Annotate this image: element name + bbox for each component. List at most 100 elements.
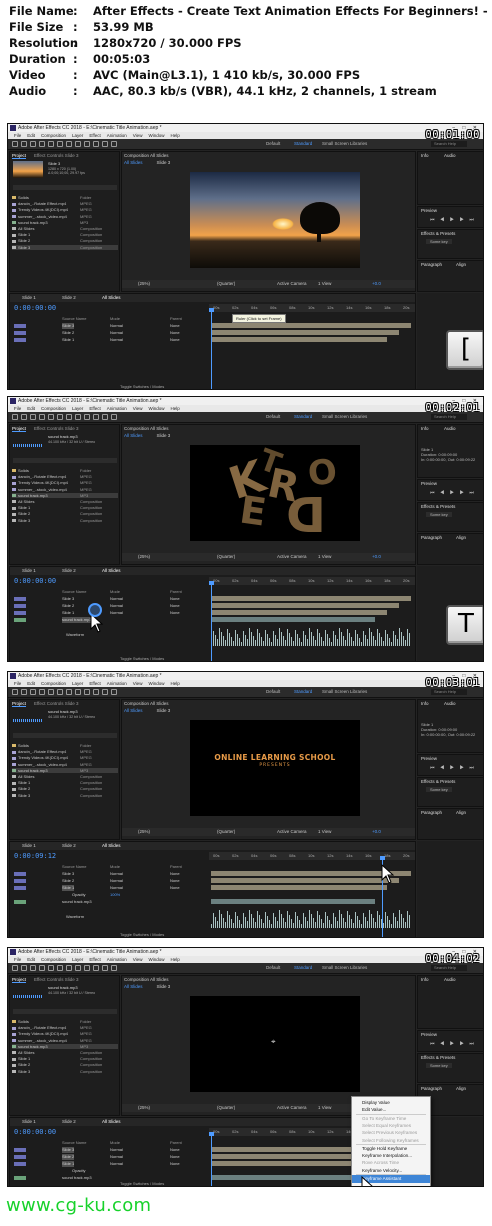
playback-controls[interactable]: ⏮ ◀ ▶ ▶ ⏭	[430, 490, 476, 496]
timeline-layer-row[interactable]: sound track.mp3	[10, 1175, 209, 1181]
tool-icon[interactable]	[57, 141, 63, 147]
timeline-layer-row[interactable]: Slide 1 Normal None	[10, 885, 209, 891]
tool-icon[interactable]	[93, 414, 99, 420]
layer-name[interactable]: Slide 3	[62, 596, 74, 602]
layer-duration-bar[interactable]	[211, 596, 411, 601]
tool-icon[interactable]	[39, 965, 45, 971]
tool-icon[interactable]	[102, 689, 108, 695]
tool-icon[interactable]	[39, 141, 45, 147]
tool-icon[interactable]	[102, 414, 108, 420]
menu-view[interactable]: View	[133, 406, 143, 411]
layer-parent-dropdown[interactable]: None	[170, 1154, 180, 1160]
comp-subtab-1[interactable]: Slide 3	[157, 984, 171, 989]
comp-subtab-1[interactable]: Slide 3	[157, 708, 171, 713]
timeline-tab-0[interactable]: Slide 1	[22, 1118, 36, 1126]
menu-composition[interactable]: Composition	[41, 406, 66, 411]
layer-parent-dropdown[interactable]: None	[170, 337, 180, 343]
paragraph-tab[interactable]: Paragraph	[421, 535, 442, 540]
menu-animation[interactable]: Animation	[107, 957, 127, 962]
project-item[interactable]: Slide 2 Composition	[12, 511, 118, 516]
project-item[interactable]: All Slides Composition	[12, 499, 118, 504]
menu-help[interactable]: Help	[170, 133, 179, 138]
menu-file[interactable]: File	[14, 406, 21, 411]
project-item[interactable]: All Slides Composition	[12, 226, 118, 231]
composition-tab[interactable]: Composition All Slides	[124, 426, 169, 431]
timeline-layer-row[interactable]: sound track.mp3	[10, 899, 209, 905]
tool-icon[interactable]	[57, 965, 63, 971]
layer-name[interactable]: sound track.mp3	[62, 1175, 92, 1181]
tool-icon[interactable]	[21, 689, 27, 695]
tool-icon[interactable]	[57, 414, 63, 420]
tool-icon[interactable]	[84, 414, 90, 420]
exposure-plus-value[interactable]: +0.0	[372, 280, 381, 288]
tool-icon[interactable]	[66, 965, 72, 971]
composition-viewer[interactable]: ⌖	[190, 996, 360, 1092]
layer-name[interactable]: Slide 2	[62, 1154, 75, 1160]
tool-icon[interactable]	[102, 141, 108, 147]
workspace-standard[interactable]: Standard	[294, 141, 312, 146]
current-time-display[interactable]: 0:00:09:12	[14, 852, 56, 860]
project-item[interactable]: dancin_..Rotate Effect.mp4 MPEG	[12, 749, 118, 754]
effects-presets-tab[interactable]: Effects & Presets	[421, 1055, 455, 1060]
tool-icon[interactable]	[75, 689, 81, 695]
workspace-libraries[interactable]: Libraries	[350, 689, 367, 694]
layer-duration-bar[interactable]	[211, 610, 387, 615]
align-tab[interactable]: Align	[456, 1086, 466, 1091]
project-tab[interactable]: Project Effect Controls Slide 3	[12, 426, 78, 432]
search-help-input[interactable]: Search Help	[431, 965, 467, 971]
workspace-default[interactable]: Default	[266, 414, 280, 419]
project-tab[interactable]: Project Effect Controls Slide 3	[12, 977, 78, 983]
menu-view[interactable]: View	[133, 133, 143, 138]
menu-window[interactable]: Window	[148, 406, 164, 411]
menu-view[interactable]: View	[133, 681, 143, 686]
align-tab[interactable]: Align	[456, 262, 466, 267]
playback-controls[interactable]: ⏮ ◀ ▶ ▶ ⏭	[430, 217, 476, 223]
layer-name[interactable]: Slide 3	[62, 323, 75, 329]
tool-icon[interactable]	[66, 141, 72, 147]
timeline-tab-1[interactable]: Slide 2	[62, 1118, 76, 1126]
composition-viewer[interactable]	[190, 172, 360, 268]
timeline-tab-0[interactable]: Slide 1	[22, 842, 36, 850]
project-item[interactable]: summer_..stock_video.mp4 MPEG	[12, 762, 118, 767]
project-item[interactable]: Solids Folder	[12, 743, 118, 748]
layer-duration-bar[interactable]	[211, 323, 411, 328]
preview-tab[interactable]: Preview	[421, 481, 437, 486]
layer-mode-dropdown[interactable]: Normal	[110, 596, 123, 602]
audio-tab[interactable]: Audio	[444, 977, 456, 982]
layer-name[interactable]: Slide 1	[62, 610, 74, 616]
project-item[interactable]: summer_..stock_video.mp4 MPEG	[12, 214, 118, 219]
view-layout-dropdown[interactable]: 1 View	[318, 280, 331, 288]
preview-tab[interactable]: Preview	[421, 1032, 437, 1037]
timeline-layer-row[interactable]: sound track.mp3	[10, 617, 209, 623]
layer-duration-bar[interactable]	[211, 899, 375, 904]
project-item[interactable]: Solids Folder	[12, 468, 118, 473]
camera-dropdown[interactable]: Active Camera	[277, 828, 307, 836]
layer-name[interactable]: sound track.mp3	[62, 617, 92, 623]
layer-parent-dropdown[interactable]: None	[170, 323, 180, 329]
menu-file[interactable]: File	[14, 957, 21, 962]
layer-duration-bar[interactable]	[211, 617, 375, 622]
layer-parent-dropdown[interactable]: None	[170, 885, 180, 891]
timeline-tab-0[interactable]: Slide 1	[22, 567, 36, 575]
menu-animation[interactable]: Animation	[107, 681, 127, 686]
project-item[interactable]: Trendy Videos 4K(DCI).mp4 MPEG	[12, 207, 118, 212]
tool-icon[interactable]	[48, 965, 54, 971]
menu-window[interactable]: Window	[148, 957, 164, 962]
audio-tab[interactable]: Audio	[444, 153, 456, 158]
search-help-input[interactable]: Search Help	[431, 689, 467, 695]
timeline-layer-row[interactable]: Slide 2 Normal None	[10, 1154, 209, 1160]
project-item[interactable]: Solids Folder	[12, 195, 118, 200]
current-time-display[interactable]: 0:00:00:00	[14, 304, 56, 312]
zoom-dropdown[interactable]: (25%)	[138, 1104, 150, 1112]
project-item[interactable]: sound track.mp3 MP3	[12, 220, 118, 225]
tool-icon[interactable]	[57, 689, 63, 695]
project-search-input[interactable]	[13, 733, 117, 738]
tool-icon[interactable]	[111, 141, 117, 147]
menu-composition[interactable]: Composition	[41, 957, 66, 962]
time-ruler[interactable]: 00s02s04s06s08s10s12s14s16s18s20s	[209, 577, 415, 585]
layer-name[interactable]: sound track.mp3	[62, 899, 92, 905]
timeline-tab-2[interactable]: All Slides	[102, 294, 121, 302]
preview-tab[interactable]: Preview	[421, 208, 437, 213]
tool-icon[interactable]	[111, 965, 117, 971]
effects-search-input[interactable]: Some key	[426, 239, 452, 244]
